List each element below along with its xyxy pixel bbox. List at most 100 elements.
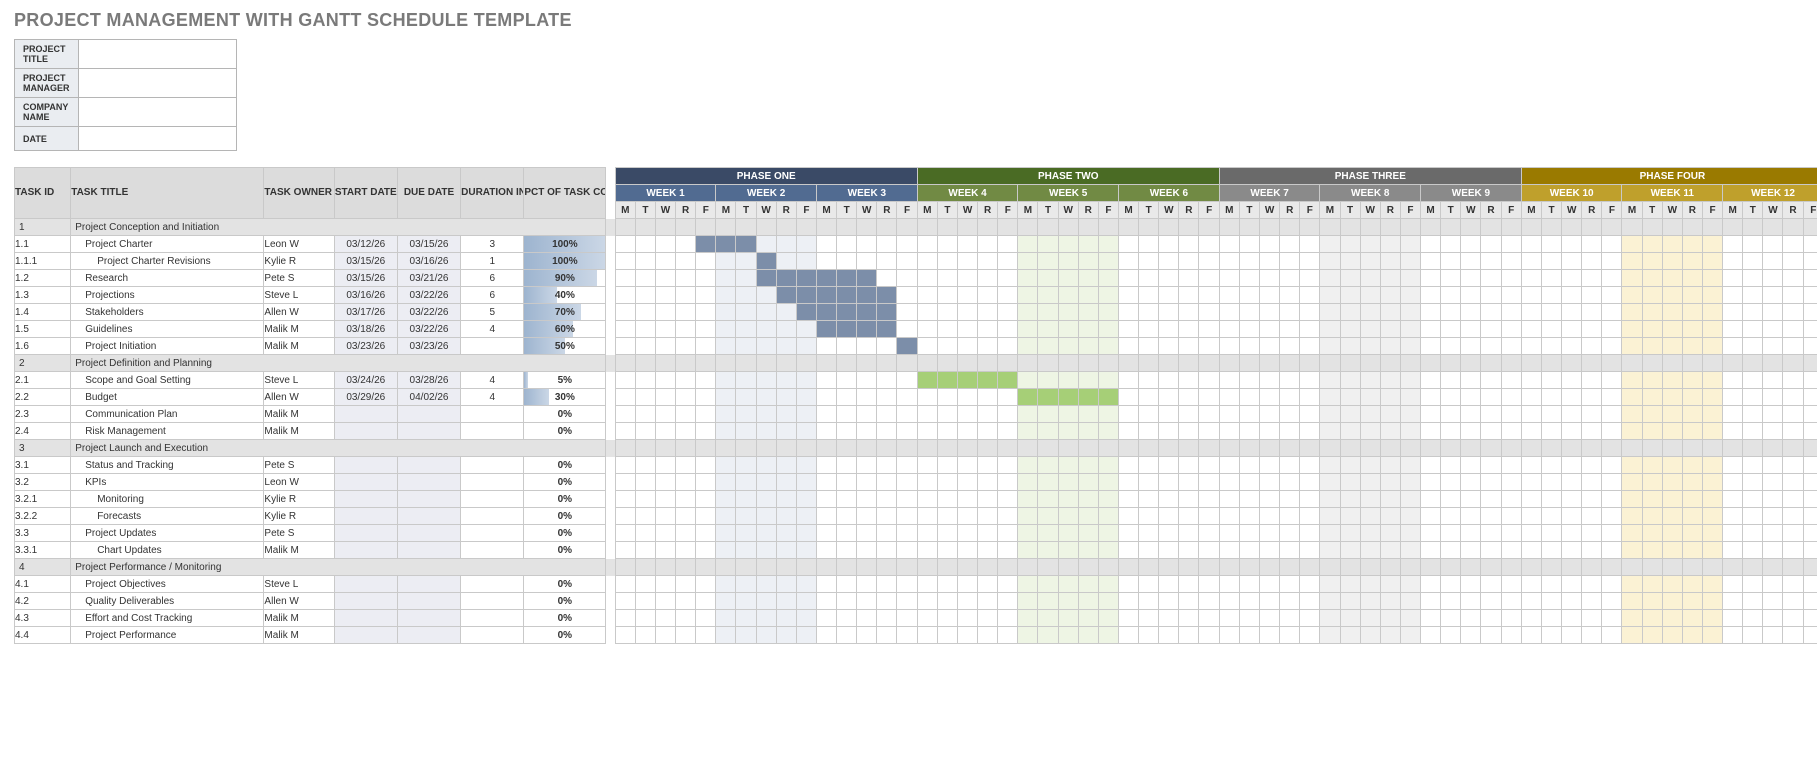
- gantt-cell[interactable]: [635, 389, 655, 406]
- gantt-cell[interactable]: [1340, 321, 1360, 338]
- gantt-cell[interactable]: [1159, 236, 1179, 253]
- gantt-cell[interactable]: [1219, 321, 1239, 338]
- gantt-cell[interactable]: [615, 508, 635, 525]
- gantt-cell[interactable]: [1058, 236, 1078, 253]
- gantt-cell[interactable]: [1320, 627, 1340, 644]
- gantt-cell[interactable]: [978, 610, 998, 627]
- gantt-cell[interactable]: [1320, 508, 1340, 525]
- gantt-cell[interactable]: [1139, 236, 1159, 253]
- gantt-cell[interactable]: [1562, 457, 1582, 474]
- gantt-cell[interactable]: [1018, 593, 1038, 610]
- gantt-cell[interactable]: [655, 491, 675, 508]
- gantt-cell[interactable]: [696, 627, 716, 644]
- gantt-cell[interactable]: [917, 423, 937, 440]
- gantt-cell[interactable]: [1400, 253, 1420, 270]
- gantt-cell[interactable]: [1682, 321, 1702, 338]
- gantt-cell[interactable]: [655, 338, 675, 355]
- gantt-cell[interactable]: [1541, 508, 1561, 525]
- gantt-cell[interactable]: [1098, 236, 1118, 253]
- gantt-cell[interactable]: [1723, 406, 1743, 423]
- gantt-cell[interactable]: [1098, 610, 1118, 627]
- gantt-cell[interactable]: [1118, 304, 1138, 321]
- gantt-cell[interactable]: [1320, 610, 1340, 627]
- gantt-cell[interactable]: [1179, 338, 1199, 355]
- gantt-cell[interactable]: [1139, 593, 1159, 610]
- gantt-cell[interactable]: [998, 525, 1018, 542]
- gantt-cell[interactable]: [1340, 389, 1360, 406]
- gantt-cell[interactable]: [1280, 610, 1300, 627]
- gantt-cell[interactable]: [1622, 423, 1642, 440]
- gantt-cell[interactable]: [1783, 508, 1803, 525]
- pct-complete[interactable]: 0%: [524, 576, 606, 593]
- gantt-cell[interactable]: [776, 491, 796, 508]
- gantt-cell[interactable]: [816, 525, 836, 542]
- gantt-cell[interactable]: [1803, 270, 1817, 287]
- gantt-cell[interactable]: [1018, 304, 1038, 321]
- gantt-cell[interactable]: [1723, 525, 1743, 542]
- gantt-cell[interactable]: [1340, 304, 1360, 321]
- task-id[interactable]: 1.5: [15, 321, 71, 338]
- gantt-cell[interactable]: [937, 491, 957, 508]
- gantt-cell[interactable]: [1481, 457, 1501, 474]
- gantt-cell[interactable]: [1118, 593, 1138, 610]
- gantt-cell[interactable]: [1300, 406, 1320, 423]
- gantt-cell[interactable]: [1400, 508, 1420, 525]
- gantt-cell[interactable]: [877, 338, 897, 355]
- gantt-cell[interactable]: [1139, 270, 1159, 287]
- gantt-cell[interactable]: [635, 457, 655, 474]
- gantt-cell[interactable]: [1702, 236, 1722, 253]
- gantt-cell[interactable]: [917, 593, 937, 610]
- gantt-cell[interactable]: [1239, 423, 1259, 440]
- task-owner[interactable]: Allen W: [264, 304, 334, 321]
- gantt-cell[interactable]: [615, 389, 635, 406]
- gantt-cell[interactable]: [1219, 474, 1239, 491]
- gantt-cell[interactable]: [1682, 491, 1702, 508]
- gantt-cell[interactable]: [1360, 270, 1380, 287]
- gantt-cell[interactable]: [716, 389, 736, 406]
- due-date[interactable]: [397, 406, 460, 423]
- gantt-cell[interactable]: [1400, 321, 1420, 338]
- gantt-cell[interactable]: [676, 610, 696, 627]
- gantt-cell[interactable]: [1340, 576, 1360, 593]
- gantt-cell[interactable]: [655, 372, 675, 389]
- gantt-cell[interactable]: [1300, 253, 1320, 270]
- gantt-cell[interactable]: [1501, 491, 1521, 508]
- gantt-cell[interactable]: [1179, 236, 1199, 253]
- gantt-cell[interactable]: [796, 270, 816, 287]
- gantt-cell[interactable]: [1521, 576, 1541, 593]
- gantt-cell[interactable]: [1481, 542, 1501, 559]
- gantt-cell[interactable]: [937, 457, 957, 474]
- gantt-cell[interactable]: [1743, 576, 1763, 593]
- gantt-cell[interactable]: [1602, 389, 1622, 406]
- gantt-cell[interactable]: [756, 474, 776, 491]
- gantt-cell[interactable]: [1360, 287, 1380, 304]
- pct-complete[interactable]: 100%: [524, 253, 606, 270]
- gantt-cell[interactable]: [1018, 406, 1038, 423]
- gantt-cell[interactable]: [1098, 338, 1118, 355]
- gantt-cell[interactable]: [796, 542, 816, 559]
- gantt-cell[interactable]: [1239, 372, 1259, 389]
- gantt-cell[interactable]: [1199, 508, 1219, 525]
- gantt-cell[interactable]: [897, 610, 917, 627]
- gantt-cell[interactable]: [1078, 491, 1098, 508]
- gantt-cell[interactable]: [1018, 508, 1038, 525]
- gantt-cell[interactable]: [1260, 610, 1280, 627]
- due-date[interactable]: [397, 491, 460, 508]
- start-date[interactable]: 03/15/26: [334, 270, 397, 287]
- due-date[interactable]: 03/15/26: [397, 236, 460, 253]
- start-date[interactable]: [334, 593, 397, 610]
- gantt-cell[interactable]: [1763, 253, 1783, 270]
- gantt-cell[interactable]: [857, 338, 877, 355]
- gantt-cell[interactable]: [837, 423, 857, 440]
- gantt-cell[interactable]: [937, 304, 957, 321]
- gantt-cell[interactable]: [1541, 406, 1561, 423]
- gantt-cell[interactable]: [1219, 610, 1239, 627]
- gantt-cell[interactable]: [937, 270, 957, 287]
- gantt-cell[interactable]: [1018, 542, 1038, 559]
- pct-complete[interactable]: 0%: [524, 610, 606, 627]
- gantt-cell[interactable]: [1682, 423, 1702, 440]
- gantt-cell[interactable]: [1058, 304, 1078, 321]
- gantt-cell[interactable]: [736, 525, 756, 542]
- gantt-cell[interactable]: [978, 525, 998, 542]
- gantt-cell[interactable]: [1602, 457, 1622, 474]
